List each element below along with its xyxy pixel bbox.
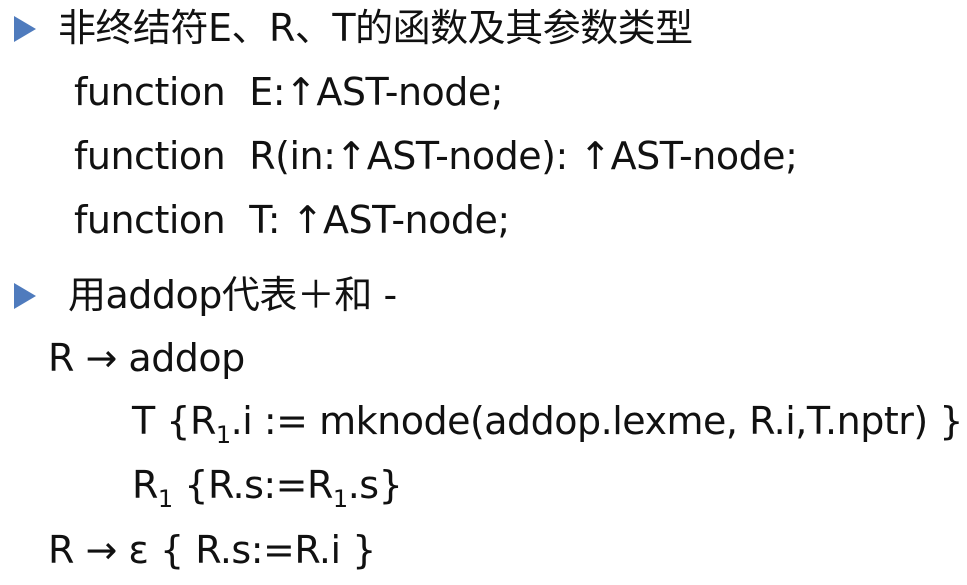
action-text: .i := mknode(addop.lexme, R.i,T.nptr) } (230, 399, 964, 443)
action-text: R (132, 463, 158, 507)
production-r-addop: R → addop (48, 336, 245, 380)
action-text: T {R (132, 399, 216, 443)
function-line-t: function T: ↑AST-node; (74, 197, 510, 243)
production-r-epsilon: R → ε { R.s:=R.i } (48, 528, 376, 572)
action-text: .s} (347, 463, 403, 507)
subscript: 1 (157, 485, 173, 513)
bullet-triangle-icon (14, 283, 36, 309)
heading-functions: 非终结符E、R、T的函数及其参数类型 (58, 6, 693, 50)
function-signature: R(in:↑AST-node): ↑AST-node; (249, 134, 798, 178)
function-keyword: function (74, 134, 226, 178)
function-keyword: function (74, 198, 226, 242)
function-keyword: function (74, 70, 226, 114)
subscript: 1 (332, 485, 348, 513)
action-text: {R.s:=R (172, 463, 333, 507)
heading-addop: 用addop代表＋和 - (68, 273, 397, 317)
function-line-e: function E:↑AST-node; (74, 69, 504, 115)
function-line-r: function R(in:↑AST-node): ↑AST-node; (74, 133, 798, 179)
function-signature: E:↑AST-node; (249, 70, 504, 114)
bullet-triangle-icon (14, 16, 36, 42)
production-r-addop-action-t: T {R1.i := mknode(addop.lexme, R.i,T.npt… (132, 398, 964, 447)
function-signature: T: ↑AST-node; (249, 198, 510, 242)
subscript: 1 (215, 421, 231, 449)
production-r-addop-action-r1: R1 {R.s:=R1.s} (132, 462, 403, 511)
